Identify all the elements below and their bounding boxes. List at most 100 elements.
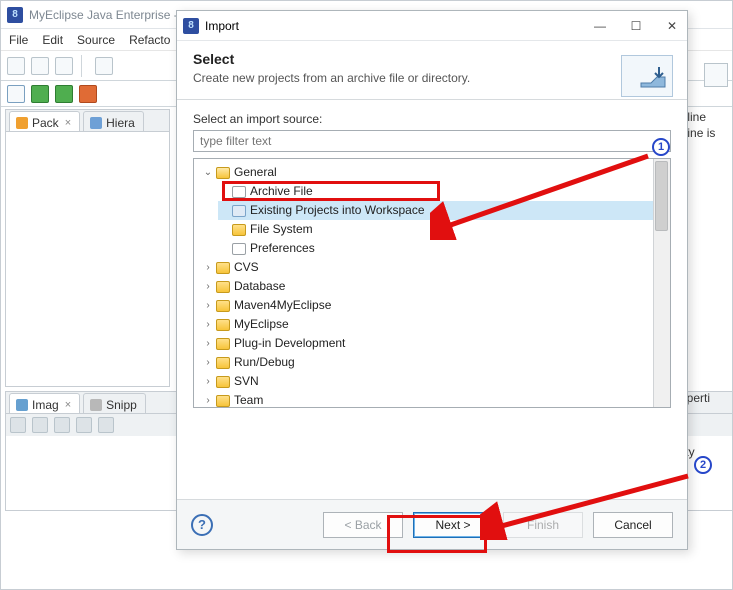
- tree-label: CVS: [234, 258, 259, 277]
- zoom-fit-icon[interactable]: [54, 417, 70, 433]
- tree-label: Existing Projects into Workspace: [250, 201, 425, 220]
- file-icon: [232, 186, 246, 198]
- app-icon: 8: [7, 7, 23, 23]
- close-icon[interactable]: ×: [65, 399, 71, 411]
- tab-package-explorer[interactable]: Pack ×: [9, 111, 80, 131]
- dialog-footer: ? < Back Next > Finish Cancel: [177, 499, 687, 549]
- tree-label-general: General: [234, 163, 277, 182]
- toolbar-debug-icon[interactable]: [7, 85, 25, 103]
- tree-node-myeclipse[interactable]: ›MyEclipse: [202, 315, 666, 334]
- tree-scrollbar[interactable]: [653, 159, 670, 407]
- tree-node-general[interactable]: ⌄General: [202, 163, 666, 182]
- minimize-icon[interactable]: —: [591, 19, 609, 33]
- toolbar-new-icon[interactable]: [7, 57, 25, 75]
- tab-imag-label: Imag: [32, 398, 59, 412]
- folder-icon: [216, 262, 230, 274]
- tree-node-preferences[interactable]: Preferences: [218, 239, 666, 258]
- annotation-badge-1: 1: [652, 138, 670, 156]
- tab-snippets[interactable]: Snipp: [83, 393, 146, 413]
- image-icon: [16, 399, 28, 411]
- open-perspective-icon[interactable]: [704, 63, 728, 87]
- tree-label: Archive File: [250, 182, 313, 201]
- toolbar-runext-icon[interactable]: [55, 85, 73, 103]
- tree-node-plugin-dev[interactable]: ›Plug-in Development: [202, 334, 666, 353]
- file-icon: [232, 243, 246, 255]
- tree-node-team[interactable]: ›Team: [202, 391, 666, 407]
- annotation-badge-2: 2: [694, 456, 712, 474]
- toolbar-stop-icon[interactable]: [79, 85, 97, 103]
- next-button[interactable]: Next >: [413, 512, 493, 538]
- filter-input[interactable]: [193, 130, 671, 152]
- tree-node-archive-file[interactable]: Archive File: [218, 182, 666, 201]
- toolbar-saveall-icon[interactable]: [55, 57, 73, 75]
- tab-image[interactable]: Imag ×: [9, 393, 80, 413]
- folder-icon: [216, 281, 230, 293]
- folder-icon: [216, 319, 230, 331]
- close-icon[interactable]: ✕: [663, 19, 681, 33]
- tree-node-database[interactable]: ›Database: [202, 277, 666, 296]
- zoom-out-icon[interactable]: [32, 417, 48, 433]
- menu-source[interactable]: Source: [77, 33, 115, 47]
- cancel-button[interactable]: Cancel: [593, 512, 673, 538]
- tree-label: Preferences: [250, 239, 315, 258]
- menu-edit[interactable]: Edit: [42, 33, 63, 47]
- tree-label: Plug-in Development: [234, 334, 345, 353]
- tree-label: SVN: [234, 372, 259, 391]
- maximize-icon[interactable]: ☐: [627, 19, 645, 33]
- hierarchy-icon: [90, 117, 102, 129]
- tree-label: Maven4MyEclipse: [234, 296, 331, 315]
- dialog-icon: 8: [183, 18, 199, 34]
- import-tree: ⌄General Archive File Existing Projects …: [193, 158, 671, 408]
- dialog-body: Select an import source: ⌄General Archiv…: [177, 100, 687, 412]
- project-icon: [232, 205, 246, 217]
- tree-node-run-debug[interactable]: ›Run/Debug: [202, 353, 666, 372]
- tab-hierarchy[interactable]: Hiera: [83, 111, 144, 131]
- dialog-titlebar[interactable]: 8 Import — ☐ ✕: [177, 11, 687, 41]
- folder-icon: [216, 357, 230, 369]
- tree-node-existing-projects[interactable]: Existing Projects into Workspace: [218, 201, 666, 220]
- folder-icon: [216, 395, 230, 407]
- zoom-in-icon[interactable]: [10, 417, 26, 433]
- import-dialog: 8 Import — ☐ ✕ Select Create new project…: [176, 10, 688, 550]
- toolbar-save-icon[interactable]: [31, 57, 49, 75]
- tab-pack-label: Pack: [32, 116, 59, 130]
- folder-icon: [216, 300, 230, 312]
- toolbar-separator: [81, 55, 87, 77]
- back-button: < Back: [323, 512, 403, 538]
- left-view-tabs: Pack × Hiera: [6, 110, 169, 132]
- dialog-title: Import: [205, 19, 239, 33]
- zoom-100-icon[interactable]: [76, 417, 92, 433]
- tree-node-maven[interactable]: ›Maven4MyEclipse: [202, 296, 666, 315]
- tree-label: Run/Debug: [234, 353, 295, 372]
- tree-label: Team: [234, 391, 263, 407]
- finish-button[interactable]: Finish: [503, 512, 583, 538]
- menu-refactor[interactable]: Refacto: [129, 33, 170, 47]
- folder-icon: [216, 338, 230, 350]
- scroll-thumb[interactable]: [655, 161, 668, 231]
- tab-snipp-label: Snipp: [106, 398, 137, 412]
- import-wizard-icon: [621, 55, 673, 97]
- close-icon[interactable]: ×: [65, 117, 71, 129]
- help-icon[interactable]: ?: [191, 514, 213, 536]
- dialog-subheading: Create new projects from an archive file…: [193, 71, 671, 85]
- folder-icon: [216, 376, 230, 388]
- dialog-header: Select Create new projects from an archi…: [177, 41, 687, 100]
- tree-node-cvs[interactable]: ›CVS: [202, 258, 666, 277]
- toolbar-import-icon[interactable]: [95, 57, 113, 75]
- tree-node-svn[interactable]: ›SVN: [202, 372, 666, 391]
- menu-file[interactable]: File: [9, 33, 28, 47]
- tree-label: MyEclipse: [234, 315, 289, 334]
- tree-label: Database: [234, 277, 285, 296]
- dialog-heading: Select: [193, 51, 671, 67]
- rotate-icon[interactable]: [98, 417, 114, 433]
- folder-open-icon: [216, 167, 230, 179]
- tree-node-file-system[interactable]: File System: [218, 220, 666, 239]
- source-label: Select an import source:: [193, 112, 671, 126]
- tab-hiera-label: Hiera: [106, 116, 135, 130]
- tree-label: File System: [250, 220, 313, 239]
- package-explorer-panel: Pack × Hiera: [5, 109, 170, 387]
- toolbar-run-icon[interactable]: [31, 85, 49, 103]
- package-icon: [16, 117, 28, 129]
- folder-icon: [232, 224, 246, 236]
- snippets-icon: [90, 399, 102, 411]
